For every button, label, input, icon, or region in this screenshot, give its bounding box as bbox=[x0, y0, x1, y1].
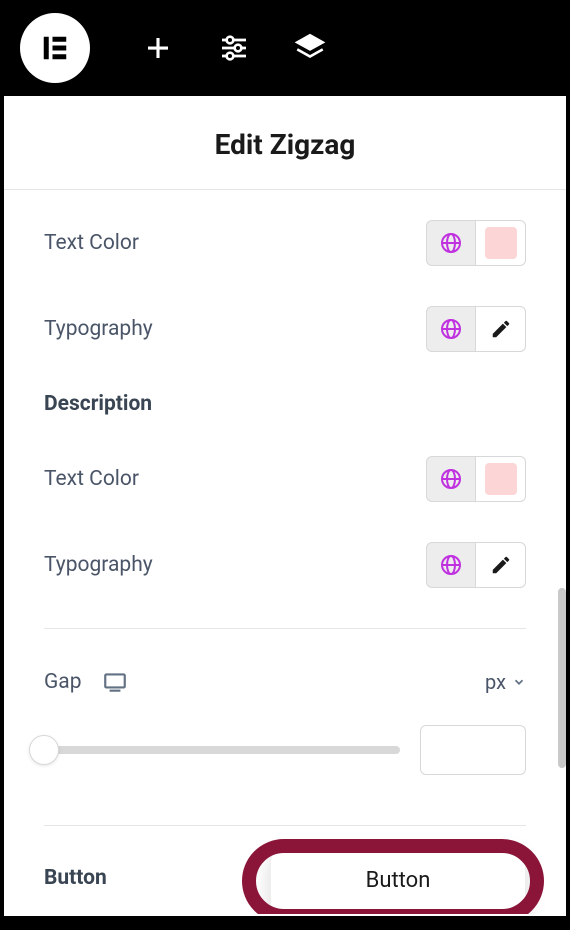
slider-thumb[interactable] bbox=[29, 735, 59, 765]
add-widget-button[interactable] bbox=[140, 30, 176, 66]
globe-icon bbox=[439, 317, 463, 341]
global-color-button[interactable] bbox=[426, 456, 476, 502]
top-toolbar bbox=[0, 0, 570, 96]
global-typography-button[interactable] bbox=[426, 306, 476, 352]
gap-label: Gap bbox=[44, 670, 82, 694]
globe-icon bbox=[439, 553, 463, 577]
description-heading: Description bbox=[44, 372, 526, 436]
sliders-icon bbox=[218, 32, 250, 64]
scrollbar[interactable] bbox=[558, 588, 566, 768]
panel-header: Edit Zigzag bbox=[4, 96, 566, 190]
divider bbox=[44, 825, 526, 826]
typography-edit-button[interactable] bbox=[476, 542, 526, 588]
editor-panel: Edit Zigzag Text Color bbox=[4, 96, 566, 916]
desktop-icon[interactable] bbox=[102, 669, 128, 695]
color-swatch bbox=[485, 227, 517, 259]
structure-button[interactable] bbox=[292, 30, 328, 66]
globe-icon bbox=[439, 231, 463, 255]
pencil-icon bbox=[490, 318, 512, 340]
pencil-icon bbox=[490, 554, 512, 576]
panel-title: Edit Zigzag bbox=[4, 128, 566, 161]
unit-label: px bbox=[485, 670, 506, 694]
globe-icon bbox=[439, 467, 463, 491]
color-swatch bbox=[485, 463, 517, 495]
chevron-down-icon bbox=[512, 675, 526, 689]
global-color-button[interactable] bbox=[426, 220, 476, 266]
text-color-row-2: Text Color bbox=[44, 436, 526, 522]
control-label: Text Color bbox=[44, 467, 139, 491]
unit-selector[interactable]: px bbox=[485, 670, 526, 694]
typography-row-1: Typography bbox=[44, 286, 526, 372]
global-typography-button[interactable] bbox=[426, 542, 476, 588]
color-picker-button[interactable] bbox=[476, 220, 526, 266]
typography-row-2: Typography bbox=[44, 522, 526, 608]
panel-body: Text Color Typography bbox=[4, 190, 566, 914]
type-dropdown: Button ✓ Link bbox=[270, 851, 526, 914]
control-label: Text Color bbox=[44, 231, 139, 255]
control-label: Typography bbox=[44, 317, 153, 341]
dropdown-option-button[interactable]: Button bbox=[271, 852, 525, 909]
typography-edit-button[interactable] bbox=[476, 306, 526, 352]
gap-slider[interactable] bbox=[44, 746, 400, 754]
gap-row: Gap px bbox=[4, 649, 566, 705]
gap-value-input[interactable] bbox=[420, 725, 526, 775]
dropdown-option-link[interactable]: ✓ Link bbox=[271, 909, 525, 914]
divider bbox=[44, 628, 526, 629]
settings-button[interactable] bbox=[216, 30, 252, 66]
elementor-logo[interactable] bbox=[20, 13, 90, 83]
plus-icon bbox=[143, 33, 173, 63]
text-color-row-1: Text Color bbox=[44, 200, 526, 286]
color-picker-button[interactable] bbox=[476, 456, 526, 502]
gap-slider-row bbox=[4, 705, 566, 805]
elementor-logo-icon bbox=[40, 33, 70, 63]
layers-icon bbox=[293, 31, 327, 65]
control-label: Typography bbox=[44, 553, 153, 577]
